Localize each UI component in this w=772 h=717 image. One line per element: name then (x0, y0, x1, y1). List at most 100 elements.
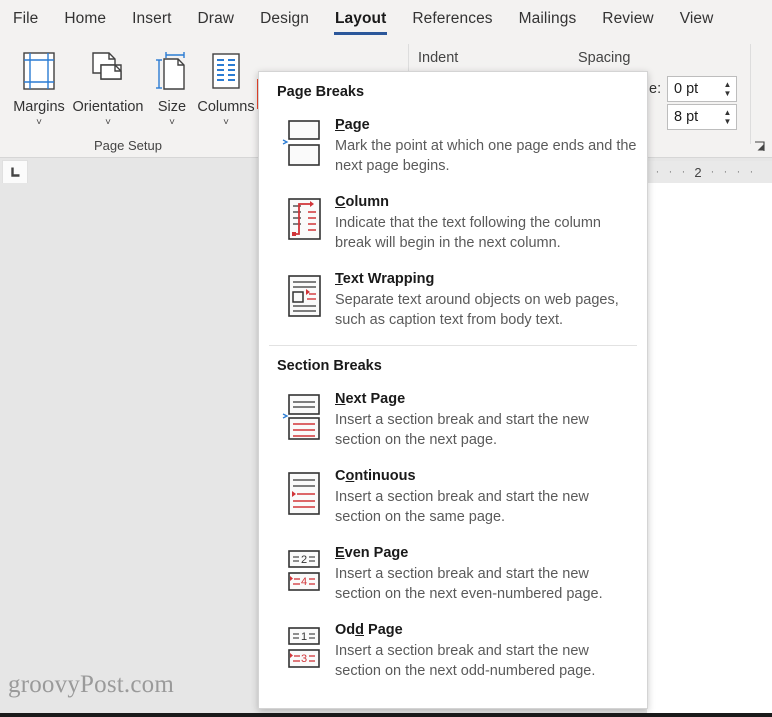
stepper-arrows[interactable]: ▲ ▼ (719, 77, 736, 101)
menu-item-title: Continuous (335, 468, 416, 484)
menu-item-description: Insert a section break and start the new… (335, 566, 603, 602)
chevron-down-icon[interactable]: ˅ (223, 117, 229, 129)
tab-draw[interactable]: Draw (185, 0, 248, 38)
orientation-label: Orientation (72, 99, 144, 115)
tab-label: Insert (132, 10, 172, 27)
stepper-arrows[interactable]: ▲ ▼ (719, 105, 736, 129)
column-break-icon (281, 192, 335, 244)
tab-label: Design (260, 10, 309, 27)
menu-item-column[interactable]: Column Indicate that the text following … (259, 185, 647, 262)
page-setup-group-label: Page Setup (94, 138, 162, 153)
menu-item-text: Continuous Insert a section break and st… (335, 466, 637, 527)
columns-label: Columns (197, 99, 255, 115)
tab-insert[interactable]: Insert (119, 0, 184, 38)
menu-item-even-page[interactable]: 2 4 Even Page Insert a section break and… (259, 536, 647, 613)
spacing-before-label: e: (649, 81, 662, 97)
left-tab-stop-icon[interactable] (2, 160, 28, 184)
menu-item-page[interactable]: Page Mark the point at which one page en… (259, 108, 647, 185)
chevron-down-icon[interactable]: ˅ (105, 117, 111, 129)
tab-view[interactable]: View (667, 0, 727, 38)
size-icon (152, 44, 192, 98)
tab-home[interactable]: Home (51, 0, 119, 38)
odd-page-break-icon: 1 3 (281, 620, 335, 672)
spacing-before-stepper[interactable]: 0 pt ▲ ▼ (667, 76, 737, 102)
tab-label: References (412, 10, 493, 27)
tab-references[interactable]: References (399, 0, 505, 38)
spacing-after-value[interactable]: 8 pt (668, 109, 719, 125)
menu-item-text: Page Mark the point at which one page en… (335, 115, 637, 176)
size-label: Size (157, 99, 187, 115)
menu-item-text: Column Indicate that the text following … (335, 192, 637, 253)
columns-button[interactable]: Columns ˅ (192, 44, 260, 129)
tab-label: Layout (334, 10, 387, 27)
tab-label: Draw (197, 10, 235, 27)
chevron-down-icon: ▼ (723, 117, 732, 126)
menu-item-text: Even Page Insert a section break and sta… (335, 543, 637, 604)
tab-label: File (13, 10, 39, 27)
tab-label: Home (64, 10, 107, 27)
continuous-break-icon (281, 466, 335, 518)
horizontal-ruler[interactable]: · · · 2 · · · · (647, 161, 772, 183)
tab-label: Review (602, 10, 654, 27)
ruler-tick: · (655, 166, 660, 178)
ruler-tick: · (668, 166, 673, 178)
orientation-icon (87, 44, 129, 98)
group-divider (750, 44, 751, 144)
section-breaks-section-header: Section Breaks (277, 358, 382, 374)
odd-icon-number-top: 1 (301, 631, 307, 643)
dialog-launcher-icon[interactable] (752, 139, 766, 153)
ruler-tick: · (749, 166, 754, 178)
chevron-down-icon: ▼ (723, 89, 732, 98)
ruler-number: 2 (694, 164, 702, 180)
menu-item-next-page[interactable]: Next Page Insert a section break and sta… (259, 382, 647, 459)
tab-mailings[interactable]: Mailings (506, 0, 590, 38)
menu-item-description: Mark the point at which one page ends an… (335, 138, 637, 174)
tab-review[interactable]: Review (589, 0, 666, 38)
orientation-button[interactable]: Orientation ˅ (62, 44, 154, 129)
document-page[interactable] (647, 183, 772, 713)
tab-file[interactable]: File (0, 0, 51, 38)
ruler-tick: · (710, 166, 715, 178)
menu-item-odd-page[interactable]: 1 3 Odd Page Insert a section break and … (259, 613, 647, 690)
menu-item-description: Indicate that the text following the col… (335, 215, 601, 251)
breaks-dropdown-menu: Page Breaks Page Mark the point at which… (258, 71, 648, 709)
even-icon-number-bottom: 4 (301, 576, 307, 588)
tab-label: View (679, 10, 714, 27)
tab-design[interactable]: Design (247, 0, 322, 38)
spacing-after-stepper[interactable]: 8 pt ▲ ▼ (667, 104, 737, 130)
tab-label: Mailings (518, 10, 577, 27)
chevron-up-icon: ▲ (723, 108, 732, 117)
spacing-before-value[interactable]: 0 pt (668, 81, 719, 97)
odd-icon-number-bottom: 3 (301, 653, 307, 665)
menu-item-continuous[interactable]: Continuous Insert a section break and st… (259, 459, 647, 536)
even-page-break-icon: 2 4 (281, 543, 335, 595)
menu-item-description: Insert a section break and start the new… (335, 643, 596, 679)
menu-item-title: Column (335, 194, 389, 210)
page-breaks-section-header: Page Breaks (277, 84, 365, 100)
menu-item-description: Insert a section break and start the new… (335, 489, 589, 525)
menu-item-title: Text Wrapping (335, 271, 435, 287)
menu-item-title: Page (335, 117, 370, 133)
chevron-down-icon[interactable]: ˅ (169, 117, 175, 129)
menu-item-title: Even Page (335, 545, 409, 561)
indent-group-label: Indent (418, 50, 459, 66)
margins-label: Margins (13, 99, 65, 115)
menu-item-text: Odd Page Insert a section break and star… (335, 620, 637, 681)
site-watermark: groovyPost.com (8, 671, 174, 698)
spacing-group-label: Spacing (578, 50, 631, 66)
chevron-up-icon: ▲ (723, 80, 732, 89)
tab-layout[interactable]: Layout (322, 0, 399, 38)
window-bottom-edge (0, 713, 772, 717)
ruler-tick: · (681, 166, 686, 178)
text-wrapping-break-icon (281, 269, 335, 321)
even-icon-number-top: 2 (301, 554, 307, 566)
menu-item-text-wrapping[interactable]: Text Wrapping Separate text around objec… (259, 262, 647, 339)
ruler-tick: · (736, 166, 741, 178)
menu-item-text: Next Page Insert a section break and sta… (335, 389, 637, 450)
menu-item-title: Next Page (335, 391, 406, 407)
size-button[interactable]: Size ˅ (148, 44, 196, 129)
margins-icon (20, 44, 58, 98)
menu-item-title: Odd Page (335, 622, 403, 638)
ruler-tick: · (723, 166, 728, 178)
chevron-down-icon[interactable]: ˅ (36, 117, 42, 129)
